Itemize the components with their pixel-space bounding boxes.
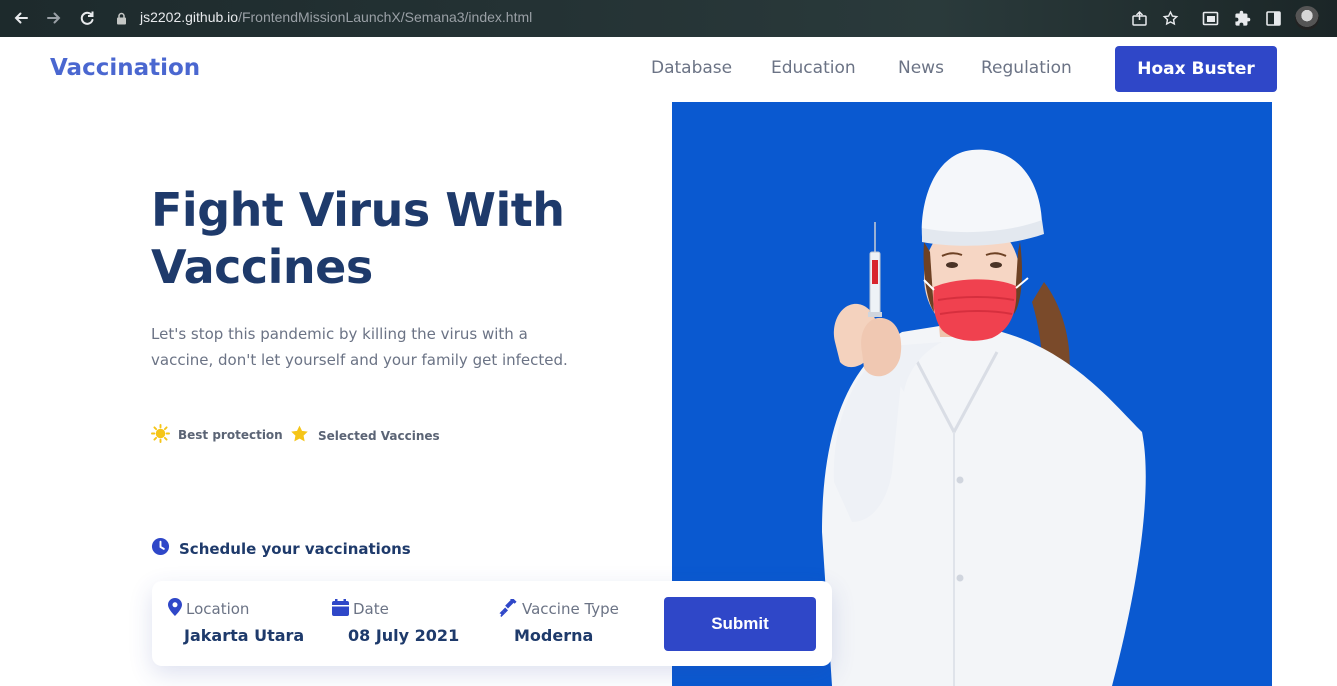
reload-icon[interactable] <box>75 6 99 30</box>
badge-selected-vaccines: Selected Vaccines <box>289 424 440 447</box>
clock-icon <box>151 537 170 560</box>
sun-icon <box>151 424 170 446</box>
location-value: Jakarta Utara <box>184 626 305 645</box>
map-pin-icon <box>168 598 182 620</box>
date-value: 08 July 2021 <box>348 626 460 645</box>
star-icon <box>289 424 310 447</box>
forward-icon[interactable] <box>42 6 66 30</box>
vaccine-type-label: Vaccine Type <box>522 600 619 618</box>
schedule-heading: Schedule your vaccinations <box>151 537 411 560</box>
location-field[interactable]: Location Jakarta Utara <box>168 597 304 645</box>
browser-toolbar: js2202.github.io/FrontendMissionLaunchX/… <box>0 0 1337 37</box>
extensions-icon[interactable] <box>1231 7 1253 29</box>
badge-label: Selected Vaccines <box>318 428 440 443</box>
badge-label: Best protection <box>178 428 283 442</box>
nav-database[interactable]: Database <box>651 58 732 78</box>
schedule-label: Schedule your vaccinations <box>179 539 411 558</box>
location-label: Location <box>186 600 250 618</box>
syringe-icon <box>498 598 518 621</box>
star-icon[interactable] <box>1159 7 1181 29</box>
url-host: js2202.github.io <box>140 9 239 25</box>
share-icon[interactable] <box>1128 7 1150 29</box>
site-logo[interactable]: Vaccination <box>50 55 200 81</box>
calendar-icon <box>332 598 349 620</box>
media-icon[interactable] <box>1199 7 1221 29</box>
profile-avatar[interactable] <box>1295 6 1319 30</box>
nav-education[interactable]: Education <box>771 58 856 78</box>
vaccine-type-value: Moderna <box>514 626 594 645</box>
url-path: /FrontendMissionLaunchX/Semana3/index.ht… <box>238 9 533 25</box>
date-field[interactable]: Date 08 July 2021 <box>332 597 459 645</box>
date-label: Date <box>353 600 389 618</box>
booking-card: Location Jakarta Utara Date 08 July 2021… <box>152 581 832 666</box>
hero-description: Let's stop this pandemic by killing the … <box>151 325 568 369</box>
vaccine-type-field[interactable]: Vaccine Type Moderna <box>498 597 619 645</box>
submit-button[interactable]: Submit <box>664 597 816 651</box>
back-icon[interactable] <box>9 6 33 30</box>
hero-title: Fight Virus With Vaccines <box>151 183 565 294</box>
lock-icon[interactable] <box>114 6 128 30</box>
hoax-buster-button[interactable]: Hoax Buster <box>1115 46 1277 92</box>
nav-regulation[interactable]: Regulation <box>981 58 1072 78</box>
sidepanel-icon[interactable] <box>1262 7 1284 29</box>
badge-best-protection: Best protection <box>151 424 283 446</box>
nav-news[interactable]: News <box>898 58 944 78</box>
address-bar[interactable]: js2202.github.io/FrontendMissionLaunchX/… <box>140 9 532 25</box>
